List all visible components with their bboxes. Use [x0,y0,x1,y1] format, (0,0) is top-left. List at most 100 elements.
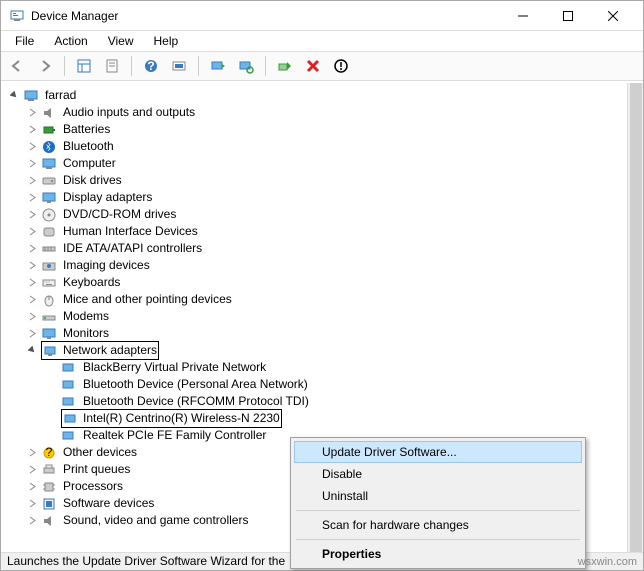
show-hide-tree-button[interactable] [72,54,96,78]
tree-device-selected[interactable]: Intel(R) Centrino(R) Wireless-N 2230 [1,410,627,427]
tree-category[interactable]: Bluetooth [1,138,627,155]
scrollbar-thumb[interactable] [630,83,642,552]
sound-icon [41,513,57,529]
network-adapter-icon [61,360,77,376]
menu-help[interactable]: Help [146,32,187,50]
scrollbar[interactable] [627,83,643,552]
network-adapter-icon [61,428,77,444]
tree-category[interactable]: Batteries [1,121,627,138]
enable-button[interactable] [273,54,297,78]
expand-icon[interactable] [25,497,39,511]
mouse-icon [41,292,57,308]
tree-category[interactable]: Computer [1,155,627,172]
expand-icon[interactable] [25,463,39,477]
minimize-button[interactable] [500,2,545,30]
other-icon: ? [41,445,57,461]
tree-category[interactable]: Audio inputs and outputs [1,104,627,121]
printer-icon [41,462,57,478]
software-icon [41,496,57,512]
processor-icon [41,479,57,495]
ctx-uninstall[interactable]: Uninstall [294,485,582,507]
computer-icon [41,156,57,172]
tree-device[interactable]: BlackBerry Virtual Private Network [1,359,627,376]
disable-button[interactable] [329,54,353,78]
menubar: File Action View Help [1,31,643,51]
window-title: Device Manager [31,9,500,23]
tree-category[interactable]: Mice and other pointing devices [1,291,627,308]
category-label: Network adapters [63,342,157,359]
window-buttons [500,2,635,30]
close-button[interactable] [590,2,635,30]
tree-device[interactable]: Bluetooth Device (Personal Area Network) [1,376,627,393]
tree-category[interactable]: Keyboards [1,274,627,291]
expand-icon[interactable] [25,242,39,256]
expand-icon[interactable] [25,208,39,222]
properties-button[interactable] [100,54,124,78]
forward-button[interactable] [33,54,57,78]
collapse-icon[interactable] [25,344,39,358]
ide-icon [41,241,57,257]
menu-view[interactable]: View [100,32,142,50]
expand-icon[interactable] [25,514,39,528]
keyboard-icon [41,275,57,291]
svg-text:?: ? [46,445,53,459]
tree-category[interactable]: Modems [1,308,627,325]
network-adapter-icon [61,377,77,393]
expand-icon[interactable] [25,259,39,273]
expand-icon[interactable] [25,327,39,341]
bluetooth-icon [41,139,57,155]
disk-icon [41,173,57,189]
battery-icon [41,122,57,138]
toolbar: ? [1,51,643,81]
tree-category-network[interactable]: Network adapters [1,342,627,359]
expand-icon[interactable] [25,191,39,205]
network-icon [43,343,59,359]
uninstall-button[interactable] [301,54,325,78]
expand-icon[interactable] [25,276,39,290]
help-button[interactable]: ? [139,54,163,78]
monitor-icon [41,326,57,342]
device-label: Intel(R) Centrino(R) Wireless-N 2230 [83,410,280,427]
collapse-icon[interactable] [7,89,21,103]
ctx-scan-hardware[interactable]: Scan for hardware changes [294,514,582,536]
tree-root[interactable]: farrad [1,87,627,104]
context-menu: Update Driver Software... Disable Uninst… [290,437,586,569]
tree-category[interactable]: Imaging devices [1,257,627,274]
back-button[interactable] [5,54,29,78]
expand-icon[interactable] [25,174,39,188]
tree-category[interactable]: DVD/CD-ROM drives [1,206,627,223]
root-label: farrad [43,87,78,104]
app-icon [9,8,25,24]
svg-text:?: ? [147,59,154,73]
audio-icon [41,105,57,121]
tree-category[interactable]: Display adapters [1,189,627,206]
expand-icon[interactable] [25,140,39,154]
action-icon-button[interactable] [167,54,191,78]
ctx-separator [296,539,580,540]
tree-category[interactable]: Human Interface Devices [1,223,627,240]
tree-category[interactable]: Monitors [1,325,627,342]
ctx-update-driver[interactable]: Update Driver Software... [294,441,582,463]
ctx-disable[interactable]: Disable [294,463,582,485]
computer-icon [23,88,39,104]
tree-category[interactable]: IDE ATA/ATAPI controllers [1,240,627,257]
menu-action[interactable]: Action [46,32,95,50]
tree-category[interactable]: Disk drives [1,172,627,189]
menu-file[interactable]: File [7,32,42,50]
expand-icon[interactable] [25,106,39,120]
ctx-properties[interactable]: Properties [294,543,582,565]
expand-icon[interactable] [25,293,39,307]
scan-hardware-button[interactable] [234,54,258,78]
expand-icon[interactable] [25,480,39,494]
imaging-icon [41,258,57,274]
update-driver-button[interactable] [206,54,230,78]
expand-icon[interactable] [25,446,39,460]
maximize-button[interactable] [545,2,590,30]
dvd-icon [41,207,57,223]
hid-icon [41,224,57,240]
expand-icon[interactable] [25,310,39,324]
expand-icon[interactable] [25,123,39,137]
tree-device[interactable]: Bluetooth Device (RFCOMM Protocol TDI) [1,393,627,410]
expand-icon[interactable] [25,225,39,239]
expand-icon[interactable] [25,157,39,171]
